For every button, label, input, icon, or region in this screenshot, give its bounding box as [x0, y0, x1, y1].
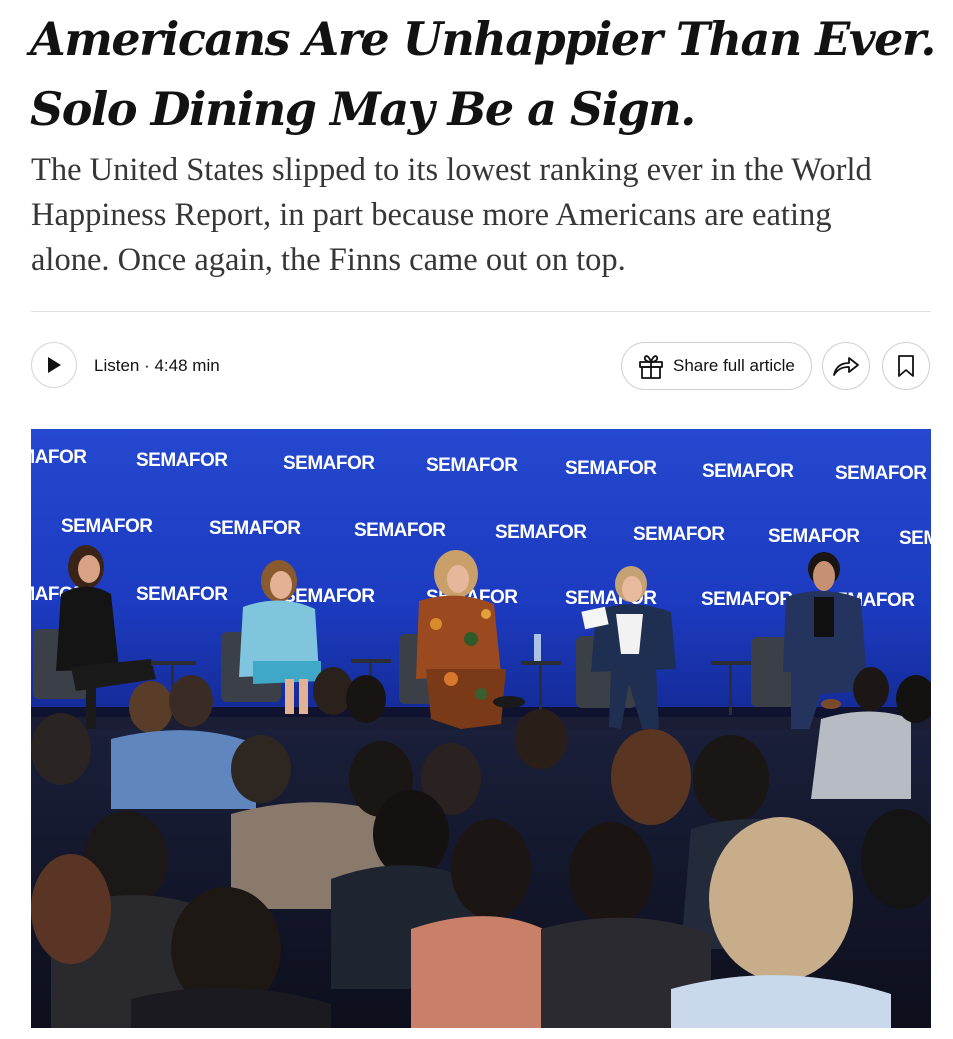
backdrop-logo: SEMAFOR [899, 528, 931, 549]
save-button[interactable] [882, 342, 930, 390]
backdrop-logo: SEMAFOR [565, 458, 657, 479]
backdrop-logo: SEMAFOR [354, 520, 446, 541]
share-button[interactable] [822, 342, 870, 390]
backdrop-logo: SEMAFOR [136, 450, 228, 471]
backdrop-logo: SEMAFOR [31, 447, 87, 468]
backdrop-logo: SEMAFOR [835, 463, 927, 484]
article-summary: The United States slipped to its lowest … [31, 148, 936, 283]
headline-line-1: Americans Are Unhappier Than Ever. [30, 12, 936, 66]
share-arrow-icon [833, 357, 859, 376]
share-full-article-label: Share full article [673, 356, 795, 375]
backdrop-logo: SEMAFOR [768, 526, 860, 547]
listen-label[interactable]: Listen · 4:48 min [94, 355, 220, 377]
gift-icon [639, 355, 663, 379]
headline-line-2: Solo Dining May Be a Sign. [30, 82, 696, 136]
listen-button[interactable] [31, 342, 77, 388]
backdrop-logo: SEMAFOR [495, 522, 587, 543]
backdrop-logo: SEMAFOR [283, 453, 375, 474]
backdrop-logo: SEMAFOR [209, 518, 301, 539]
backdrop-logo: SEMAFOR [633, 524, 725, 545]
backdrop-logo: SEMAFOR [136, 584, 228, 605]
share-full-article-button[interactable]: Share full article [621, 342, 812, 390]
summary-line-3: alone. Once again, the Finns came out on… [31, 242, 626, 278]
divider [31, 311, 931, 312]
backdrop-logo: SEMAFOR [701, 589, 793, 610]
article-headline: Americans Are Unhappier Than Ever. Solo … [30, 4, 936, 144]
summary-line-1: The United States slipped to its lowest … [31, 152, 872, 188]
backdrop-logo: SEMAFOR [61, 516, 153, 537]
backdrop-logo: SEMAFOR [702, 461, 794, 482]
article-photo: SEMAFOR SEMAFOR SEMAFOR SEMAFOR SEMAFOR … [31, 429, 931, 1028]
backdrop-logo: SEMAFOR [426, 455, 518, 476]
page-bottom [0, 1028, 953, 1039]
bookmark-icon [898, 355, 914, 377]
play-icon [48, 357, 61, 373]
summary-line-2: Happiness Report, in part because more A… [31, 197, 832, 233]
